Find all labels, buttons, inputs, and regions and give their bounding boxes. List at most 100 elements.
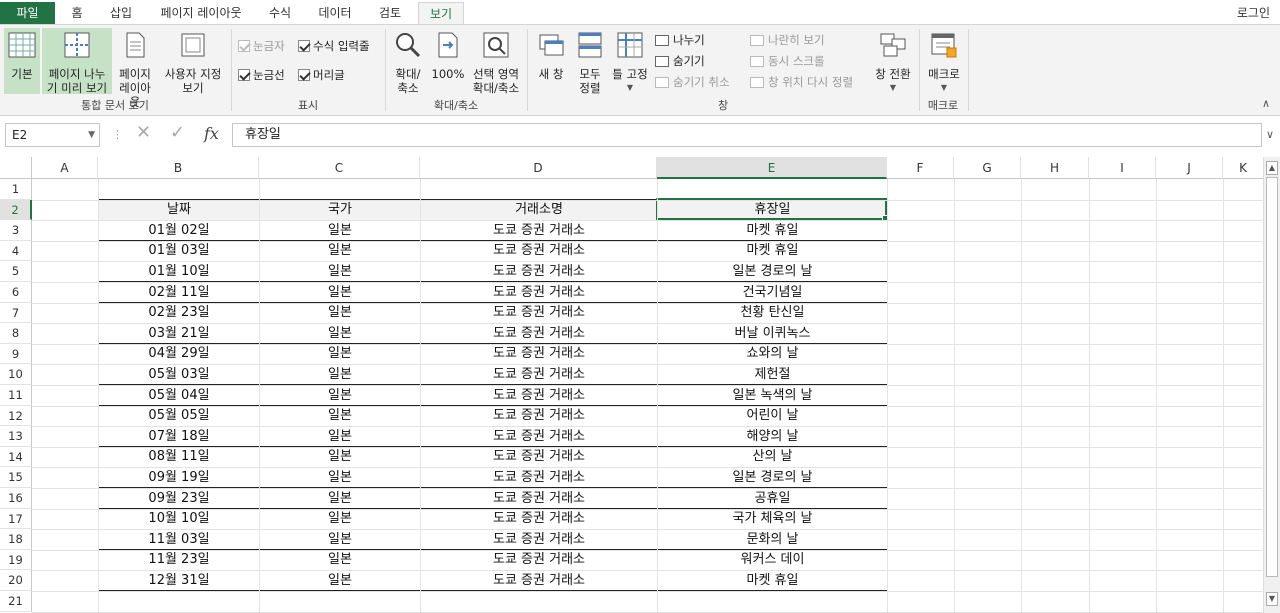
table-cell[interactable]: 02월 11일 (98, 281, 260, 303)
column-header-i[interactable]: I (1089, 157, 1156, 179)
table-cell[interactable]: 버날 이퀴녹스 (657, 322, 888, 345)
table-cell[interactable]: 일본 (259, 404, 421, 427)
row-header-13[interactable]: 13 (0, 426, 32, 447)
table-cell[interactable]: 마켓 휴일 (657, 569, 888, 592)
row-header-12[interactable]: 12 (0, 405, 32, 427)
table-cell[interactable]: 워커스 데이 (657, 549, 888, 571)
headings-checkbox[interactable]: 머리글 (298, 66, 345, 84)
row-header-14[interactable]: 14 (0, 446, 32, 468)
table-cell[interactable]: 도쿄 증권 거래소 (420, 466, 658, 489)
column-header-k[interactable]: K (1223, 157, 1264, 179)
ruler-checkbox[interactable]: 눈금자 (238, 37, 285, 55)
tab-formulas[interactable]: 수식 (260, 2, 300, 24)
table-cell[interactable]: 05월 03일 (98, 363, 260, 386)
table-cell[interactable]: 01월 02일 (98, 219, 260, 242)
macros-button[interactable]: 매크로 ▼ (924, 28, 964, 94)
table-cell[interactable]: 일본 (259, 281, 421, 303)
column-header-e[interactable]: E (657, 157, 887, 179)
freeze-panes-button[interactable]: 틀 고정 ▼ (609, 28, 651, 94)
row-header-5[interactable]: 5 (0, 261, 32, 282)
view-side-by-side-button[interactable]: 나란히 보기 (750, 31, 825, 49)
scroll-down-icon[interactable]: ▼ (1266, 592, 1278, 606)
table-cell[interactable]: 일본 (259, 219, 421, 242)
gridlines-checkbox[interactable]: 눈금선 (238, 66, 285, 84)
login-link[interactable]: 로그인 (1237, 4, 1270, 21)
table-cell[interactable]: 어린이 날 (657, 404, 888, 427)
table-cell[interactable]: 도쿄 증권 거래소 (420, 507, 658, 530)
table-cell[interactable]: 도쿄 증권 거래소 (420, 384, 658, 406)
table-cell[interactable]: 08월 11일 (98, 446, 260, 468)
tab-page-layout[interactable]: 페이지 레이아웃 (150, 2, 252, 24)
name-box[interactable]: E2 ▼ (5, 123, 100, 147)
table-cell[interactable]: 일본 (259, 487, 421, 509)
row-header-6[interactable]: 6 (0, 282, 32, 303)
worksheet-grid[interactable]: 날짜 국가 거래소명 휴장일 01월 02일 일본 도쿄 증권 거래소 마켓 휴일 01월 03… (0, 157, 1280, 613)
table-cell[interactable]: 도쿄 증권 거래소 (420, 281, 658, 303)
table-cell[interactable]: 도쿄 증권 거래소 (420, 363, 658, 386)
table-cell[interactable]: 천황 탄신일 (657, 301, 888, 324)
scroll-up-icon[interactable]: ▲ (1266, 161, 1278, 175)
table-cell[interactable]: 일본 (259, 260, 421, 283)
row-header-10[interactable]: 10 (0, 364, 32, 385)
row-header-21[interactable]: 21 (0, 591, 32, 612)
row-header-7[interactable]: 7 (0, 302, 32, 324)
table-cell[interactable]: 11월 23일 (98, 549, 260, 571)
cancel-icon[interactable]: ✕ (136, 122, 151, 143)
row-header-8[interactable]: 8 (0, 323, 32, 344)
collapse-ribbon-icon[interactable]: ∧ (1262, 97, 1270, 110)
row-header-16[interactable]: 16 (0, 488, 32, 509)
table-cell[interactable]: 09월 19일 (98, 466, 260, 489)
table-cell[interactable]: 도쿄 증권 거래소 (420, 549, 658, 571)
table-cell[interactable]: 제헌절 (657, 363, 888, 386)
table-cell[interactable]: 일본 (259, 425, 421, 448)
page-break-preview-button[interactable]: 페이지 나누 기 미리 보기 (42, 28, 112, 95)
table-cell[interactable]: 03월 21일 (98, 322, 260, 345)
row-header-17[interactable]: 17 (0, 508, 32, 530)
custom-views-button[interactable]: 사용자 지정 보기 (160, 28, 226, 95)
table-cell[interactable]: 11월 03일 (98, 528, 260, 551)
tab-data[interactable]: 데이터 (310, 2, 360, 24)
table-cell[interactable]: 도쿄 증권 거래소 (420, 301, 658, 324)
table-cell[interactable]: 일본 (259, 446, 421, 468)
zoom-button[interactable]: 확대/ 축소 (390, 28, 426, 95)
table-cell[interactable]: 01월 03일 (98, 240, 260, 262)
column-header-d[interactable]: D (420, 157, 657, 179)
table-cell[interactable]: 도쿄 증권 거래소 (420, 528, 658, 551)
table-header-cell[interactable]: 거래소명 (420, 199, 658, 221)
table-cell[interactable]: 일본 녹색의 날 (657, 384, 888, 406)
table-cell[interactable]: 도쿄 증권 거래소 (420, 343, 658, 365)
column-header-a[interactable]: A (32, 157, 98, 179)
table-cell[interactable]: 일본 (259, 240, 421, 262)
table-cell[interactable]: 일본 (259, 384, 421, 406)
formula-input[interactable]: 휴장일 (232, 123, 1262, 147)
sync-scroll-button[interactable]: 동시 스크롤 (750, 52, 825, 70)
table-cell[interactable]: 도쿄 증권 거래소 (420, 569, 658, 592)
tab-review[interactable]: 검토 (368, 2, 412, 24)
table-cell[interactable]: 일본 (259, 549, 421, 571)
table-cell[interactable]: 공휴일 (657, 487, 888, 509)
table-cell[interactable]: 일본 (259, 363, 421, 386)
table-cell[interactable]: 05월 05일 (98, 404, 260, 427)
scrollbar-thumb[interactable] (1266, 177, 1278, 577)
row-header-11[interactable]: 11 (0, 385, 32, 406)
table-cell[interactable]: 쇼와의 날 (657, 343, 888, 365)
row-header-18[interactable]: 18 (0, 529, 32, 550)
column-header-f[interactable]: F (887, 157, 954, 179)
table-cell[interactable]: 해양의 날 (657, 425, 888, 448)
row-header-2[interactable]: 2 (0, 199, 32, 221)
table-cell[interactable]: 01월 10일 (98, 260, 260, 283)
table-cell[interactable]: 일본 (259, 343, 421, 365)
tab-view[interactable]: 보기 (418, 2, 464, 25)
row-header-4[interactable]: 4 (0, 240, 32, 262)
table-cell[interactable]: 일본 경로의 날 (657, 466, 888, 489)
hide-button[interactable]: 숨기기 (655, 52, 705, 70)
table-cell[interactable]: 일본 (259, 569, 421, 592)
table-header-cell[interactable]: 국가 (259, 199, 421, 221)
insert-function-icon[interactable]: fx (204, 124, 219, 143)
split-button[interactable]: 나누기 (655, 31, 705, 49)
chevron-down-icon[interactable]: ▼ (88, 124, 95, 146)
table-cell[interactable]: 도쿄 증권 거래소 (420, 322, 658, 345)
table-cell[interactable]: 02월 23일 (98, 301, 260, 324)
row-header-1[interactable]: 1 (0, 179, 32, 200)
vertical-scrollbar[interactable]: ▲ ▼ (1263, 157, 1280, 613)
